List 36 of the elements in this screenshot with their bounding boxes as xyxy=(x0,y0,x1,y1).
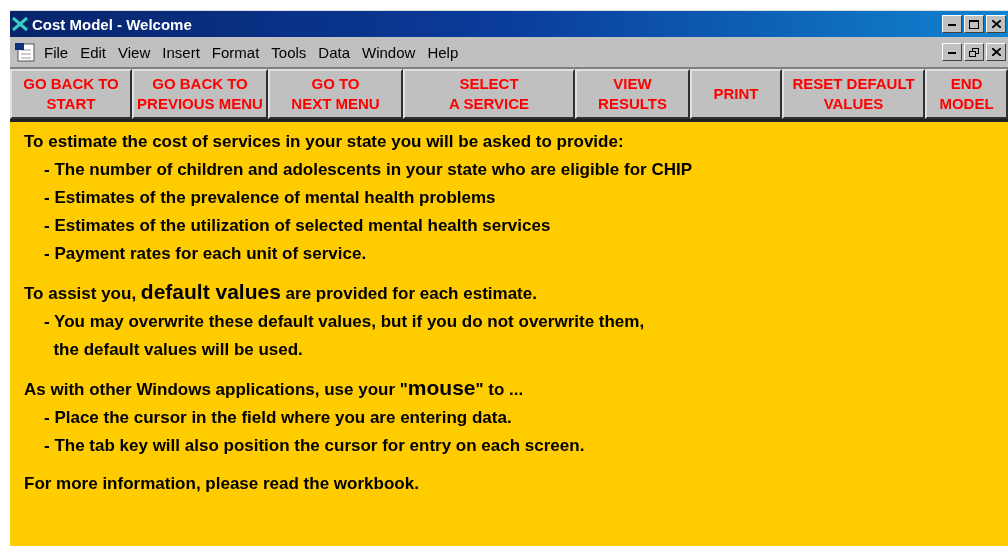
close-button[interactable] xyxy=(986,15,1006,33)
instruction-item: - The number of children and adolescents in your state who are eligible for CHIP xyxy=(43,159,693,181)
minimize-icon xyxy=(948,22,956,26)
instruction-item: the default values will be used. xyxy=(52,339,304,361)
maximize-button[interactable] xyxy=(964,15,984,33)
instruction-item: - Estimates of the utilization of selected mental health services xyxy=(43,215,552,237)
maximize-icon xyxy=(969,19,979,29)
instruction-item: - Payment rates for each unit of service. xyxy=(43,243,368,265)
instruction-item: - You may overwrite these default values, but if you do not overwrite them, xyxy=(43,311,646,333)
menu-item[interactable]: Window xyxy=(362,43,416,61)
menu-item[interactable]: Edit xyxy=(80,43,107,61)
instruction-heading: To estimate the cost of services in your state you will be asked to provide: xyxy=(24,131,625,153)
instruction-item: - Estimates of the prevalence of mental health problems xyxy=(43,187,497,209)
menu-item[interactable]: Help xyxy=(427,43,459,61)
minimize-button[interactable] xyxy=(942,15,962,33)
minimize-icon xyxy=(948,50,956,54)
menu-item[interactable]: File xyxy=(44,43,69,61)
instruction-heading: To assist you, default values are provided for each estimate. xyxy=(24,279,538,305)
restore-icon xyxy=(969,47,979,57)
restore-button[interactable] xyxy=(964,43,984,61)
close-icon xyxy=(991,20,1001,28)
menu-item[interactable]: Insert xyxy=(162,43,200,61)
menu-item[interactable]: View xyxy=(118,43,151,61)
instruction-item: - The tab key will also position the cursor for entry on each screen. xyxy=(43,435,586,457)
instruction-heading: For more information, please read the workbook. xyxy=(24,473,420,495)
window-title: Cost Model - Welcome xyxy=(32,15,193,33)
menu-item[interactable]: Format xyxy=(211,43,260,61)
app-icon xyxy=(12,17,28,31)
close-button[interactable] xyxy=(986,43,1006,61)
spreadsheet-icon[interactable] xyxy=(14,42,36,62)
minimize-button[interactable] xyxy=(942,43,962,61)
menu-item[interactable]: Tools xyxy=(271,43,307,61)
instruction-heading: As with other Windows applications, use your "mouse" to ... xyxy=(24,375,525,401)
instruction-item: - Place the cursor in the field where you are entering data. xyxy=(43,407,513,429)
menu-item[interactable]: Data xyxy=(318,43,351,61)
close-icon xyxy=(991,48,1001,56)
